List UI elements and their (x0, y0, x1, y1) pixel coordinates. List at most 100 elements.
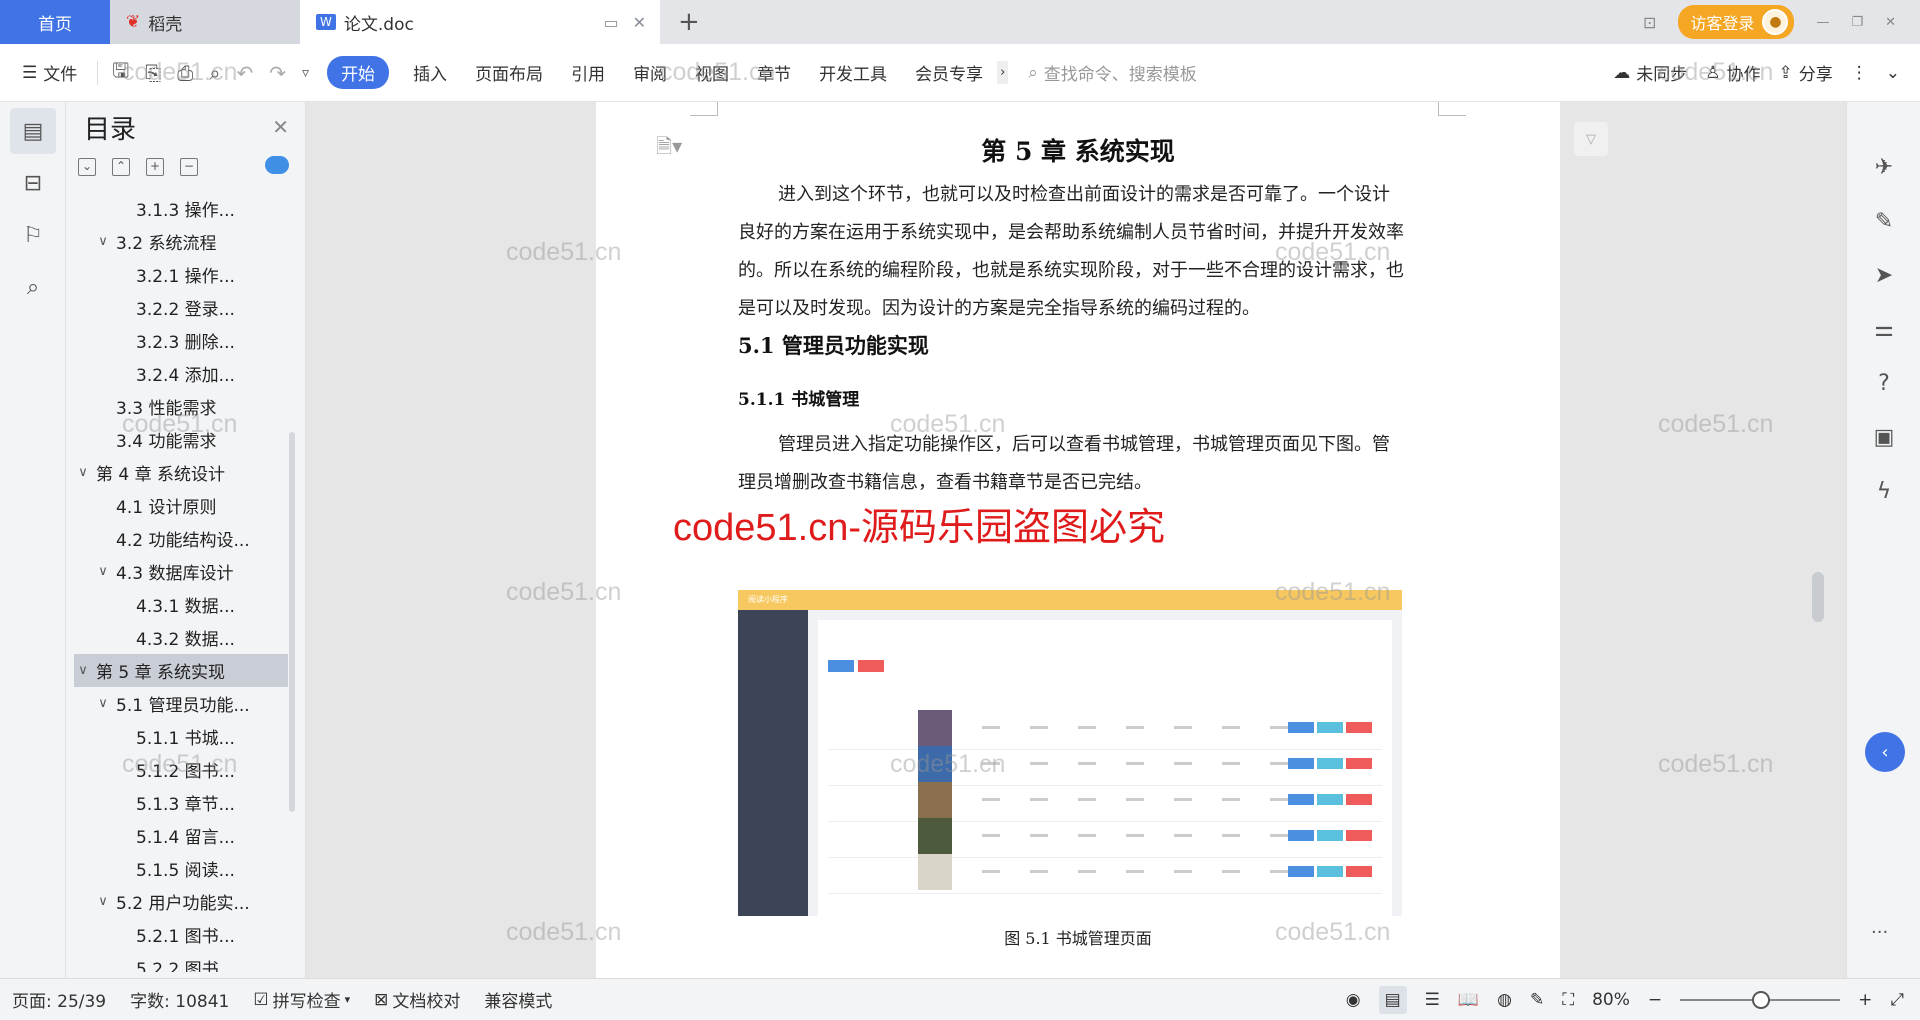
help-icon[interactable]: ? (1847, 356, 1920, 410)
share-button[interactable]: ⇪ 分享 (1779, 60, 1833, 86)
chevron-down-icon[interactable]: ∨ (74, 465, 92, 480)
find-icon[interactable]: ⌕ (10, 264, 56, 310)
cursor-icon[interactable]: ➤ (1847, 248, 1920, 302)
chevron-down-icon[interactable]: ∨ (94, 234, 112, 249)
nav-pane-icon[interactable]: ⊟ (10, 160, 56, 206)
undo-icon[interactable]: ↶ (229, 61, 262, 85)
tab-start[interactable]: 开始 (327, 56, 390, 89)
monitor-icon[interactable]: ▭ (603, 13, 618, 32)
save-icon[interactable]: 🖫 (104, 56, 137, 90)
close-tab-icon[interactable]: ✕ (633, 13, 646, 32)
collapse-all-icon[interactable]: ⌃ (112, 158, 130, 176)
toc-item[interactable]: ∨ 3.2 系统流程 (74, 225, 288, 258)
zoom-out-icon[interactable]: − (1648, 990, 1662, 1010)
toc-item[interactable]: 5.1.2 图书... (74, 753, 288, 786)
toc-item[interactable]: 3.4 功能需求 (74, 423, 288, 456)
outline-view-icon[interactable]: ☰ (1425, 990, 1440, 1010)
sliders-icon[interactable]: ⚌ (1847, 302, 1920, 356)
reading-view-icon[interactable]: 📖 (1458, 990, 1479, 1010)
print-icon[interactable]: ⎙ (169, 61, 201, 85)
minimize-icon[interactable]: — (1816, 15, 1829, 30)
screenshot-figure[interactable]: 阅读小程序 (738, 590, 1402, 916)
spell-check-button[interactable]: ☑ 拼写检查 ▾ (241, 987, 362, 1013)
customize-icon[interactable]: ▿ (294, 65, 317, 81)
restore-icon[interactable]: ❐ (1851, 15, 1863, 30)
menu-developer[interactable]: 开发工具 (805, 60, 901, 85)
lightning-icon[interactable]: ϟ (1847, 464, 1920, 518)
zoom-slider[interactable] (1680, 990, 1841, 1009)
pen-icon[interactable]: ✎ (1847, 194, 1920, 248)
image-edit-icon[interactable]: ▣ (1847, 410, 1920, 464)
more-options-icon[interactable]: ··· (1871, 922, 1888, 943)
toc-item[interactable]: 3.2.4 添加... (74, 357, 288, 390)
write-mode-icon[interactable]: ✎ (1530, 990, 1544, 1010)
proofread-button[interactable]: ⊠ 文档校对 (362, 987, 472, 1013)
visitor-login-button[interactable]: 访客登录 ● (1678, 5, 1795, 39)
filter-icon[interactable]: ▽ (1574, 122, 1608, 156)
more-menus-icon[interactable]: › (997, 61, 1009, 84)
toc-item[interactable]: 5.2.1 图书... (74, 918, 288, 951)
scroll-thumb[interactable] (1812, 572, 1824, 622)
zoom-in-icon[interactable]: + (1858, 990, 1872, 1010)
toc-item[interactable]: ∨ 第 4 章 系统设计 (74, 456, 288, 489)
export-icon[interactable]: ⎘ (137, 61, 169, 85)
bookmark-icon[interactable]: ⚐ (10, 212, 56, 258)
toc-item[interactable]: 3.2.2 登录... (74, 291, 288, 324)
vertical-scrollbar[interactable] (1812, 112, 1824, 972)
fullscreen-icon[interactable]: ⤢ (1890, 990, 1904, 1010)
toc-item[interactable]: 4.3.2 数据... (74, 621, 288, 654)
expand-panel-icon[interactable]: ‹ (1865, 732, 1905, 772)
toc-item[interactable]: 5.1.4 留言... (74, 819, 288, 852)
zoom-slider-knob[interactable] (1752, 990, 1771, 1009)
page-indicator[interactable]: 页面: 25/39 (0, 987, 118, 1012)
menu-chapter[interactable]: 章节 (743, 60, 805, 85)
menu-review[interactable]: 审阅 (619, 60, 681, 85)
print-preview-icon[interactable]: ⌕ (201, 61, 228, 85)
redo-icon[interactable]: ↷ (261, 61, 294, 85)
toc-item[interactable]: 5.1.5 阅读... (74, 852, 288, 885)
menu-view[interactable]: 视图 (681, 60, 743, 85)
fit-page-icon[interactable]: ⛶ (1562, 990, 1574, 1010)
rocket-icon[interactable]: ✈ (1847, 140, 1920, 194)
toc-item[interactable]: 3.2.1 操作... (74, 258, 288, 291)
page-layout-icon[interactable]: ⊡ (1643, 13, 1656, 32)
menu-reference[interactable]: 引用 (557, 60, 619, 85)
toc-item[interactable]: ∨ 第 5 章 系统实现 (74, 654, 288, 687)
file-menu[interactable]: ☰ 文件 (0, 60, 91, 86)
expand-all-icon[interactable]: ⌄ (78, 158, 96, 176)
web-view-icon[interactable]: ◍ (1497, 990, 1512, 1010)
toc-scrollbar[interactable] (289, 432, 295, 812)
toc-item[interactable]: 5.2.2 图书... (74, 951, 288, 972)
toc-item[interactable]: 3.3 性能需求 (74, 390, 288, 423)
toc-panel-icon[interactable]: ▤ (10, 108, 56, 154)
toc-item[interactable]: 3.1.3 操作... (74, 192, 288, 225)
collapse-ribbon-icon[interactable]: ⌄ (1886, 63, 1900, 83)
toc-item[interactable]: 3.2.3 删除... (74, 324, 288, 357)
eye-protection-icon[interactable]: ◉ (1346, 990, 1361, 1010)
toc-item[interactable]: ∨ 5.1 管理员功能... (74, 687, 288, 720)
sync-status[interactable]: ☁ 未同步 (1613, 60, 1687, 86)
chevron-down-icon[interactable]: ∨ (94, 696, 112, 711)
menu-page-layout[interactable]: 页面布局 (461, 60, 557, 85)
menu-member[interactable]: 会员专享 (901, 60, 997, 85)
chevron-down-icon[interactable]: ∨ (74, 663, 92, 678)
tab-document[interactable]: W 论文.doc ▭ ✕ (300, 0, 660, 44)
chevron-down-icon[interactable]: ∨ (94, 564, 112, 579)
new-tab-button[interactable]: + (660, 0, 718, 44)
tab-daoke[interactable]: ❦ 稻壳 (110, 0, 300, 44)
close-icon[interactable]: ✕ (272, 115, 289, 139)
toc-item[interactable]: 4.2 功能结构设... (74, 522, 288, 555)
toc-item[interactable]: ∨ 4.3 数据库设计 (74, 555, 288, 588)
chevron-down-icon[interactable]: ∨ (94, 894, 112, 909)
command-search[interactable]: ⌕ 查找命令、搜索模板 (1028, 60, 1197, 86)
add-heading-icon[interactable]: + (146, 158, 164, 176)
page-view-icon[interactable]: ▤ (1378, 985, 1407, 1014)
collab-button[interactable]: ♙ 协作 (1705, 60, 1760, 86)
more-icon[interactable]: ⋮ (1851, 63, 1868, 83)
toc-item[interactable]: 4.1 设计原则 (74, 489, 288, 522)
toc-item[interactable]: 4.3.1 数据... (74, 588, 288, 621)
close-window-icon[interactable]: ✕ (1885, 15, 1896, 30)
menu-insert[interactable]: 插入 (399, 60, 461, 85)
smart-toc-toggle[interactable] (265, 156, 289, 174)
word-count[interactable]: 字数: 10841 (118, 987, 241, 1012)
